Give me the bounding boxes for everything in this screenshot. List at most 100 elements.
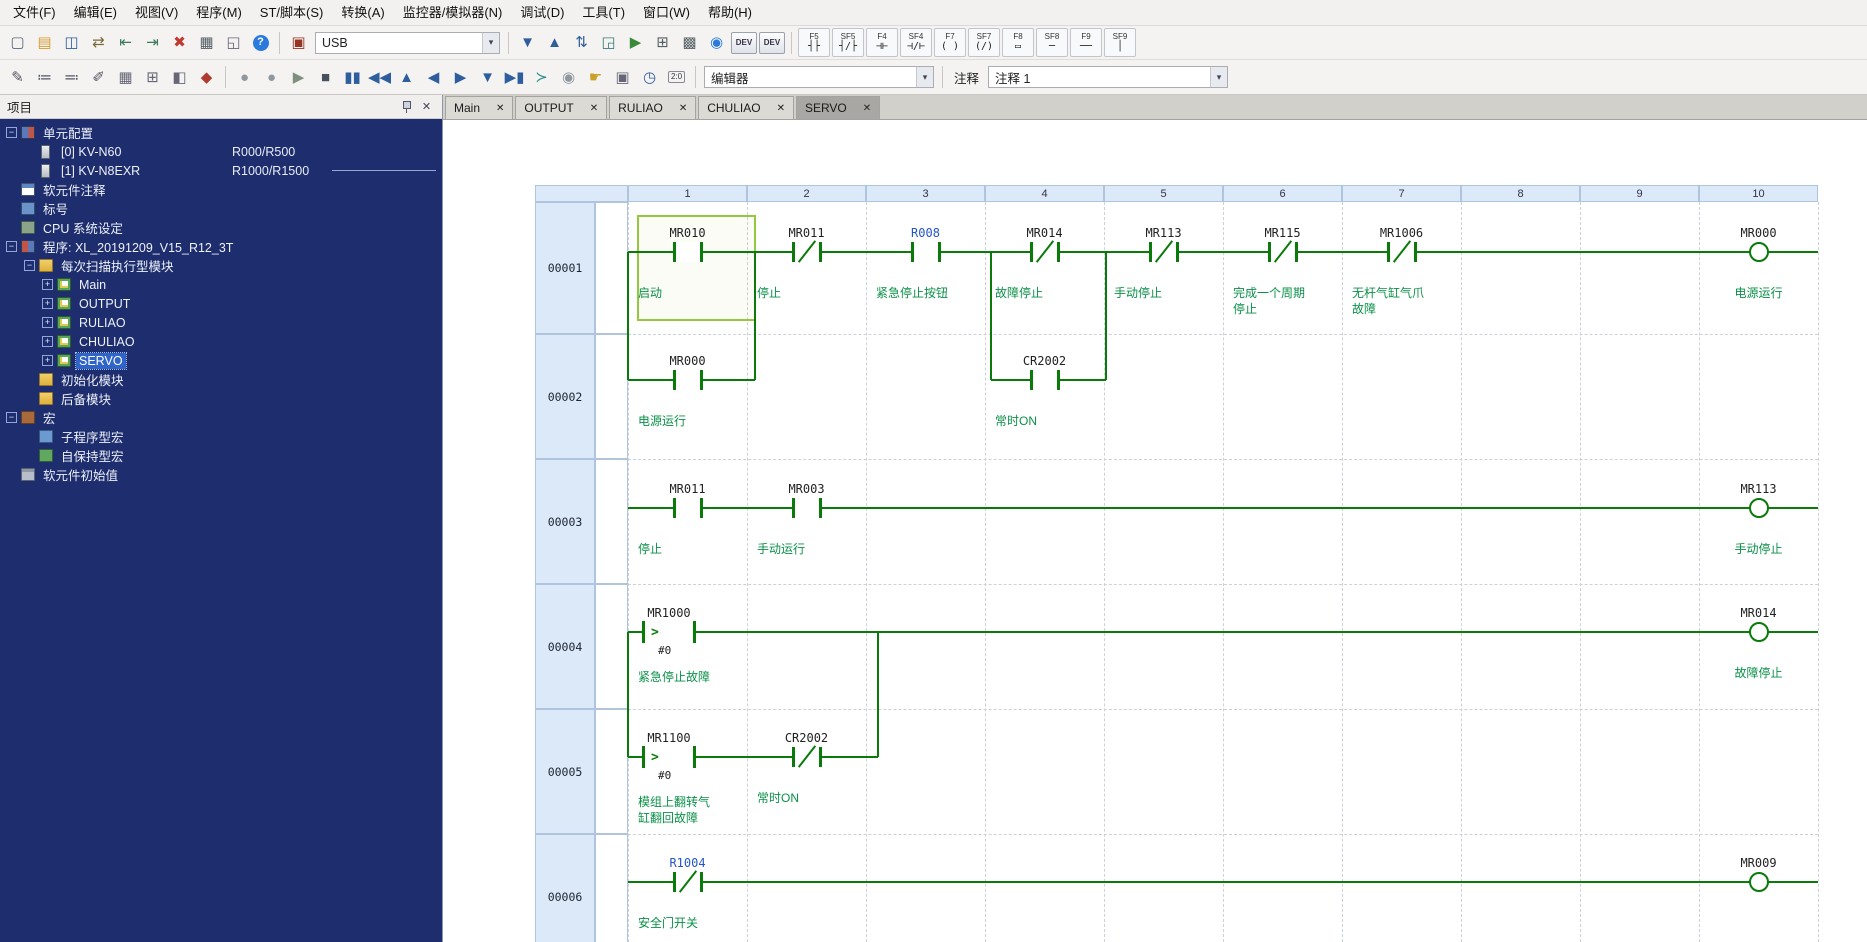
no-contact-MR000[interactable]	[672, 370, 703, 390]
transfer-to-plc-button[interactable]: ▼	[515, 30, 540, 55]
coil-MR000[interactable]	[1748, 242, 1769, 262]
fkey-sf4-button[interactable]: SF4 ⊣/⊢	[900, 28, 932, 57]
tree-item-0[interactable]: − 单元配置	[0, 123, 442, 142]
grid-select-button[interactable]: ⊞	[140, 65, 165, 90]
close-icon[interactable]: ✕	[679, 103, 687, 114]
tab-servo[interactable]: SERVO ✕	[795, 96, 881, 119]
print-preview-button[interactable]: ◱	[221, 30, 246, 55]
run-button[interactable]: ▶	[286, 65, 311, 90]
coil-MR113[interactable]	[1748, 498, 1769, 518]
delete-button[interactable]: ✖	[167, 30, 192, 55]
tab-chuliao[interactable]: CHULIAO ✕	[698, 96, 794, 119]
panel-close-icon[interactable]: ✕	[418, 98, 435, 115]
tab-ruliao[interactable]: RULIAO ✕	[609, 96, 697, 119]
nc-contact-CR2002[interactable]	[791, 747, 822, 767]
hand-button[interactable]: ☛	[583, 65, 608, 90]
dev-button-1[interactable]: DEV	[731, 31, 757, 54]
collapse-icon[interactable]: −	[6, 412, 17, 423]
tree-item-8[interactable]: + Main	[0, 275, 442, 294]
tree-item-17[interactable]: 自保持型宏	[0, 446, 442, 465]
no-contact-MR011[interactable]	[672, 498, 703, 518]
nc-contact-MR113[interactable]	[1148, 242, 1179, 262]
collapse-icon[interactable]: −	[6, 127, 17, 138]
tree-item-18[interactable]: 软元件初始值	[0, 465, 442, 484]
compare-contact-MR1100[interactable]: >	[642, 746, 696, 768]
device-monitor-button[interactable]: ◉	[704, 30, 729, 55]
tree-item-16[interactable]: 子程序型宏	[0, 427, 442, 446]
target-button[interactable]: ◉	[556, 65, 581, 90]
insert-row-button[interactable]: ≔	[32, 65, 57, 90]
tab-output[interactable]: OUTPUT ✕	[515, 96, 608, 119]
new-file-button[interactable]: ▢	[5, 30, 30, 55]
expand-icon[interactable]: +	[42, 317, 53, 328]
tree-item-10[interactable]: + RULIAO	[0, 313, 442, 332]
menu-item-3[interactable]: 程序(M)	[187, 0, 251, 25]
tree-item-12[interactable]: + SERVO	[0, 351, 442, 370]
scan-down-button[interactable]: ▼	[475, 65, 500, 90]
menu-item-7[interactable]: 调试(D)	[511, 0, 573, 25]
expand-icon[interactable]: +	[42, 279, 53, 290]
open-project-button[interactable]: ▤	[32, 30, 57, 55]
tree-item-15[interactable]: − 宏	[0, 408, 442, 427]
ladder-editor[interactable]: 1 2 3 4 5 6 7 8 9 10 00001 00002 00003 00004 00005 0000…	[443, 120, 1867, 942]
tree-item-2[interactable]: [1] KV-N8EXR R1000/R1500	[0, 161, 442, 180]
tree-item-5[interactable]: CPU 系统设定	[0, 218, 442, 237]
step-over-button[interactable]: ▶▮	[502, 65, 527, 90]
overlap-button[interactable]: ▣	[610, 65, 635, 90]
stop-button[interactable]: ■	[313, 65, 338, 90]
capture-button[interactable]: ◧	[167, 65, 192, 90]
nc-contact-R1004[interactable]	[672, 872, 703, 892]
close-icon[interactable]: ✕	[777, 103, 785, 114]
read-from-plc-button[interactable]: ▲	[542, 30, 567, 55]
monitor-button[interactable]: ◲	[596, 30, 621, 55]
step-back-button[interactable]: ◀	[421, 65, 446, 90]
menu-item-0[interactable]: 文件(F)	[4, 0, 65, 25]
fkey-f4-button[interactable]: F4 ⊣⊢	[866, 28, 898, 57]
help-button[interactable]: ?	[248, 30, 273, 55]
expand-icon[interactable]: +	[42, 298, 53, 309]
fkey-sf9-button[interactable]: SF9 │	[1104, 28, 1136, 57]
step-into-button[interactable]: ◀◀	[367, 65, 392, 90]
menu-item-8[interactable]: 工具(T)	[573, 0, 634, 25]
menu-item-2[interactable]: 视图(V)	[126, 0, 187, 25]
verify-button[interactable]: ⇅	[569, 30, 594, 55]
fkey-sf7-button[interactable]: SF7 (/)	[968, 28, 1000, 57]
print-button[interactable]: ▦	[194, 30, 219, 55]
tab-main[interactable]: Main ✕	[445, 96, 514, 119]
editor-combo[interactable]: 编辑器 ▾	[704, 66, 934, 88]
simulator-button[interactable]: ▶	[623, 30, 648, 55]
comment-combo[interactable]: 注释 1 ▾	[988, 66, 1229, 88]
fkey-f9-button[interactable]: F9 ──	[1070, 28, 1102, 57]
nc-contact-MR115[interactable]	[1267, 242, 1298, 262]
record-2-button[interactable]: ●	[259, 65, 284, 90]
file-import-button[interactable]: ⇤	[113, 30, 138, 55]
menu-item-1[interactable]: 编辑(E)	[65, 0, 126, 25]
menu-item-5[interactable]: 转换(A)	[332, 0, 393, 25]
delete-row-button[interactable]: ≕	[59, 65, 84, 90]
close-icon[interactable]: ✕	[863, 103, 871, 114]
comm-settings-button[interactable]: ▣	[286, 30, 311, 55]
close-icon[interactable]: ✕	[496, 103, 504, 114]
timer-button[interactable]: ◷	[637, 65, 662, 90]
collapse-icon[interactable]: −	[24, 260, 35, 271]
tree-item-6[interactable]: − 程序: XL_20191209_V15_R12_3T	[0, 237, 442, 256]
compare-contact-MR1000[interactable]: >	[642, 621, 696, 643]
tree-item-7[interactable]: − 每次扫描执行型模块	[0, 256, 442, 275]
fkey-sf5-button[interactable]: SF5 ┤/├	[832, 28, 864, 57]
view-image-button[interactable]: ▦	[113, 65, 138, 90]
collapse-icon[interactable]: −	[6, 241, 17, 252]
fkey-f5-button[interactable]: F5 ┤├	[798, 28, 830, 57]
edit-mode-button[interactable]: ✎	[5, 65, 30, 90]
connection-combo[interactable]: USB ▾	[315, 31, 500, 54]
menu-item-10[interactable]: 帮助(H)	[699, 0, 761, 25]
fkey-f7-button[interactable]: F7( )	[934, 28, 966, 57]
no-contact-R008[interactable]	[910, 242, 941, 262]
coil-MR014[interactable]	[1748, 622, 1769, 642]
registration-monitor-button[interactable]: ⊞	[650, 30, 675, 55]
edit-comment-button[interactable]: ✐	[86, 65, 111, 90]
no-contact-CR2002[interactable]	[1029, 370, 1060, 390]
nc-contact-MR011[interactable]	[791, 242, 822, 262]
tree-item-1[interactable]: [0] KV-N60 R000/R500	[0, 142, 442, 161]
batch-monitor-button[interactable]: ▩	[677, 30, 702, 55]
tree-item-3[interactable]: 软元件注释	[0, 180, 442, 199]
